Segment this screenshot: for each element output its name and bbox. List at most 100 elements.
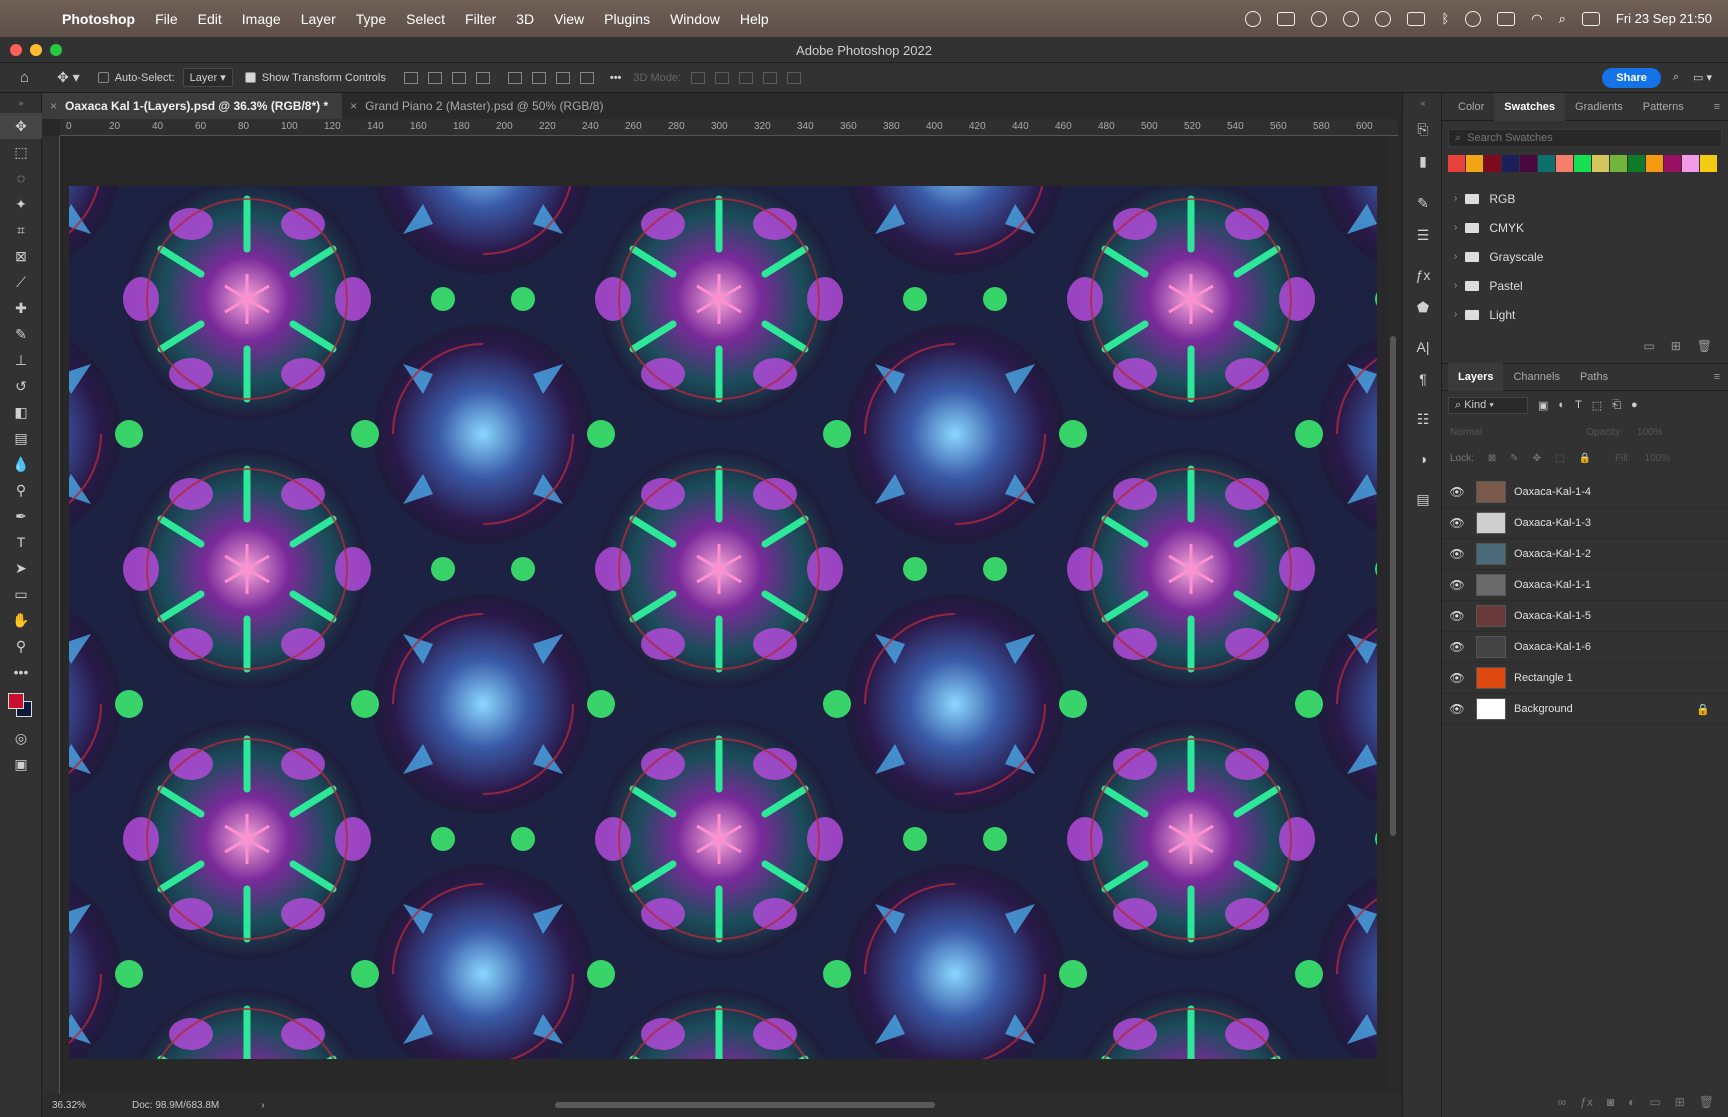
foreground-color[interactable] bbox=[8, 693, 24, 709]
distribute-vertical-icon[interactable] bbox=[475, 71, 490, 84]
color-swatch[interactable] bbox=[1574, 155, 1591, 172]
activity-icon[interactable] bbox=[1407, 11, 1426, 26]
tab-patterns[interactable]: Patterns bbox=[1633, 93, 1694, 121]
color-swatch[interactable] bbox=[1520, 155, 1537, 172]
doc-tab-grand-piano[interactable]: × Grand Piano 2 (Master).psd @ 50% (RGB/… bbox=[342, 93, 617, 119]
zoom-tool-icon[interactable]: ⚲ bbox=[0, 633, 42, 659]
color-swatch[interactable] bbox=[1502, 155, 1519, 172]
auto-select-dropdown[interactable]: Layer ▾ bbox=[182, 68, 233, 87]
close-tab-icon[interactable]: × bbox=[50, 99, 57, 113]
panel-menu-icon[interactable]: ≡ bbox=[1714, 101, 1720, 113]
menu-file[interactable]: File bbox=[145, 11, 188, 27]
color-swatch[interactable] bbox=[1628, 155, 1645, 172]
visibility-eye-icon[interactable]: 👁 bbox=[1442, 640, 1472, 654]
search-swatches-input[interactable]: ⌕ Search Swatches bbox=[1448, 129, 1722, 147]
color-swatch[interactable] bbox=[1556, 155, 1573, 172]
styles-icon[interactable]: ƒx bbox=[1403, 259, 1443, 291]
lock-position-icon[interactable]: ✥ bbox=[1533, 453, 1541, 464]
layer-row[interactable]: 👁 Oaxaca-Kal-1-5 bbox=[1442, 601, 1728, 632]
marquee-tool-icon[interactable]: ⬚ bbox=[0, 139, 42, 165]
lock-artboard-icon[interactable]: ⬚ bbox=[1555, 453, 1564, 464]
vertical-scrollbar[interactable] bbox=[1388, 136, 1398, 1094]
layer-row[interactable]: 👁 Oaxaca-Kal-1-2 bbox=[1442, 539, 1728, 570]
adjustments-icon[interactable]: ☷ bbox=[1403, 403, 1443, 435]
layer-row[interactable]: 👁 Oaxaca-Kal-1-6 bbox=[1442, 632, 1728, 663]
color-swatch[interactable] bbox=[1682, 155, 1699, 172]
tab-swatches[interactable]: Swatches bbox=[1494, 92, 1566, 121]
history-icon[interactable]: ⎘ bbox=[1403, 113, 1443, 145]
filter-toggle-icon[interactable]: ● bbox=[1631, 399, 1638, 411]
brushes-icon[interactable]: ✎ bbox=[1403, 187, 1443, 219]
control-center-icon[interactable] bbox=[1581, 11, 1600, 26]
align-bottom-icon[interactable] bbox=[555, 71, 570, 84]
comments-icon[interactable]: ▮ bbox=[1403, 145, 1443, 177]
tab-paths[interactable]: Paths bbox=[1570, 363, 1618, 391]
sync-icon[interactable] bbox=[1311, 10, 1328, 27]
align-center-icon[interactable] bbox=[427, 71, 442, 84]
vertical-scroll-thumb[interactable] bbox=[1390, 336, 1396, 836]
panel-menu-icon[interactable]: ≡ bbox=[1714, 371, 1720, 383]
history-brush-tool-icon[interactable]: ↺ bbox=[0, 373, 42, 399]
show-transform-controls-checkbox[interactable] bbox=[244, 72, 256, 83]
color-swatch[interactable] bbox=[1448, 155, 1465, 172]
3d-slide-icon[interactable] bbox=[763, 71, 778, 84]
bluetooth-icon[interactable]: ᛒ bbox=[1441, 11, 1449, 26]
creative-cloud-icon[interactable] bbox=[1245, 10, 1262, 27]
distribute-horizontal-icon[interactable] bbox=[579, 71, 594, 84]
menu-select[interactable]: Select bbox=[396, 11, 455, 27]
rectangle-tool-icon[interactable]: ▭ bbox=[0, 581, 42, 607]
color-swatch[interactable] bbox=[1484, 155, 1501, 172]
tab-channels[interactable]: Channels bbox=[1503, 363, 1569, 391]
doc-tab-oaxaca[interactable]: × Oaxaca Kal 1-(Layers).psd @ 36.3% (RGB… bbox=[42, 93, 343, 119]
align-middle-icon[interactable] bbox=[531, 71, 546, 84]
type-tool-icon[interactable]: T bbox=[0, 529, 42, 555]
filter-adjustment-icon[interactable]: ◐ bbox=[1558, 399, 1565, 411]
menu-type[interactable]: Type bbox=[346, 11, 396, 27]
swatch-folder-cmyk[interactable]: › CMYK bbox=[1442, 213, 1728, 242]
layer-row[interactable]: 👁 Oaxaca-Kal-1-1 bbox=[1442, 570, 1728, 601]
brush-tool-icon[interactable]: ✎ bbox=[0, 321, 42, 347]
collapse-toolbar-icon[interactable]: » bbox=[0, 93, 42, 113]
link-layers-icon[interactable]: ∞ bbox=[1558, 1095, 1567, 1109]
collapse-strip-icon[interactable]: « bbox=[1403, 93, 1443, 113]
3d-orbit-icon[interactable] bbox=[691, 71, 706, 84]
filter-pixel-icon[interactable]: ▣ bbox=[1538, 399, 1548, 412]
align-top-icon[interactable] bbox=[507, 71, 522, 84]
healing-tool-icon[interactable]: ✚ bbox=[0, 295, 42, 321]
crop-tool-icon[interactable]: ⌗ bbox=[0, 217, 42, 243]
color-swatch[interactable] bbox=[1646, 155, 1663, 172]
lasso-tool-icon[interactable]: ◌ bbox=[0, 165, 42, 191]
align-left-icon[interactable] bbox=[403, 71, 418, 84]
color-swatch[interactable] bbox=[1700, 155, 1717, 172]
color-swatch[interactable] bbox=[1466, 155, 1483, 172]
add-mask-icon[interactable]: ◙ bbox=[1607, 1095, 1614, 1109]
color-swatch[interactable] bbox=[1664, 155, 1681, 172]
menu-view[interactable]: View bbox=[544, 11, 594, 27]
libraries-icon[interactable]: ◑ bbox=[1403, 443, 1443, 475]
move-tool-preset-icon[interactable]: ✥ ▾ bbox=[57, 69, 80, 86]
delete-swatch-icon[interactable]: 🗑 bbox=[1697, 339, 1712, 353]
tab-color[interactable]: Color bbox=[1448, 93, 1494, 121]
kaleidoscope-artwork[interactable] bbox=[69, 186, 1377, 1059]
3d-pan-icon[interactable] bbox=[739, 71, 754, 84]
layer-row[interactable]: 👁 Rectangle 1 bbox=[1442, 663, 1728, 694]
filter-smart-object-icon[interactable]: ⎗ bbox=[1612, 399, 1621, 412]
layer-row[interactable]: 👁 Background 🔒 bbox=[1442, 694, 1728, 725]
screen-mode-icon[interactable]: ▣ bbox=[0, 751, 42, 777]
menu-app-name[interactable]: Photoshop bbox=[52, 11, 145, 27]
new-layer-icon[interactable]: ⊞ bbox=[1675, 1095, 1685, 1109]
delete-layer-icon[interactable]: 🗑 bbox=[1699, 1095, 1714, 1109]
tab-gradients[interactable]: Gradients bbox=[1565, 93, 1633, 121]
visibility-eye-icon[interactable]: 👁 bbox=[1442, 547, 1472, 561]
lock-transparency-icon[interactable]: ⊠ bbox=[1488, 453, 1496, 464]
dodge-tool-icon[interactable]: ⚲ bbox=[0, 477, 42, 503]
eraser-tool-icon[interactable]: ◧ bbox=[0, 399, 42, 425]
color-swatches[interactable] bbox=[0, 685, 42, 725]
paragraph-icon[interactable]: ¶ bbox=[1403, 363, 1443, 395]
3d-scale-icon[interactable] bbox=[787, 71, 802, 84]
adjustment-layer-icon[interactable]: ◐ bbox=[1628, 1095, 1635, 1109]
hand-tool-icon[interactable]: ✋ bbox=[0, 607, 42, 633]
blend-mode-dropdown[interactable]: Normal bbox=[1450, 427, 1482, 438]
swatch-folder-grayscale[interactable]: › Grayscale bbox=[1442, 242, 1728, 271]
frame-tool-icon[interactable]: ⊠ bbox=[0, 243, 42, 269]
